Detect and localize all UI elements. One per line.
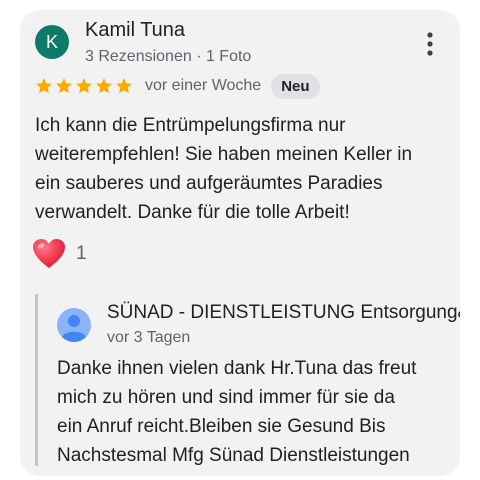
new-badge: Neu	[271, 73, 320, 99]
review-text: Ich kann die Entrümpelungsfirma nur weit…	[35, 115, 413, 223]
reply-text: Danke ihnen vielen dank Hr.Tuna das freu…	[57, 358, 417, 466]
owner-reply: SÜNAD - DIENSTLEISTUNG Entsorgung&Entrüm…	[35, 294, 460, 466]
reaction-count: 1	[76, 243, 87, 264]
author-meta: 3 Rezensionen · 1 Foto	[85, 48, 252, 65]
heart-icon	[33, 239, 65, 268]
review-card: K Kamil Tuna 3 Rezensionen · 1 Foto vor …	[20, 10, 460, 476]
reply-author-name: SÜNAD - DIENSTLEISTUNG Entsorgung&Entrüm…	[107, 302, 460, 323]
more-options-button[interactable]	[418, 30, 442, 58]
review-date: vor einer Woche	[145, 77, 262, 94]
star-icon	[116, 78, 132, 94]
default-user-avatar-icon	[57, 308, 91, 342]
star-icon	[96, 78, 112, 94]
reply-date: vor 3 Tagen	[107, 329, 191, 346]
rating-row: vor einer Woche Neu	[35, 72, 320, 100]
star-icon	[36, 78, 52, 94]
star-icon	[76, 78, 92, 94]
more-vert-icon	[427, 32, 433, 56]
reply-divider	[35, 294, 38, 466]
author-name[interactable]: Kamil Tuna	[85, 19, 185, 42]
reaction-button[interactable]: 1	[32, 238, 87, 270]
star-rating	[35, 77, 133, 95]
star-icon	[56, 78, 72, 94]
author-avatar[interactable]: K	[35, 25, 69, 59]
